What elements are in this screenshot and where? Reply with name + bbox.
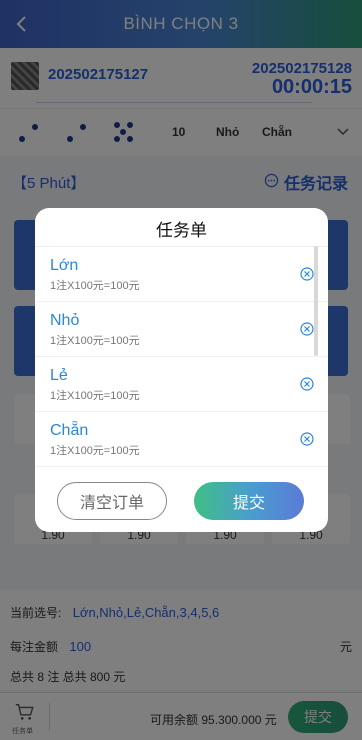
clear-order-button[interactable]: 清空订单 — [57, 482, 167, 520]
order-item: Lớn 1注X100元=100元 — [35, 247, 328, 302]
remove-circle-icon[interactable] — [300, 432, 314, 446]
order-item: Nhỏ 1注X100元=100元 — [35, 302, 328, 357]
order-item-name: Nhỏ — [50, 312, 80, 329]
order-item-detail: 1注X100元=100元 — [50, 390, 140, 402]
order-list: Lớn 1注X100元=100元 Nhỏ 1注X100元=100元 Lẻ 1注X… — [35, 246, 328, 474]
modal-title: 任务单 — [156, 221, 207, 240]
order-item-name: Lẻ — [50, 367, 68, 384]
remove-circle-icon[interactable] — [300, 267, 314, 281]
modal-submit-button[interactable]: 提交 — [194, 482, 304, 520]
order-item-name: Chẵn — [50, 422, 89, 439]
task-order-modal: 任务单 Lớn 1注X100元=100元 Nhỏ 1注X100元=100元 Lẻ… — [35, 208, 328, 532]
order-item-name: Lớn — [50, 257, 79, 274]
order-item: Chẵn 1注X100元=100元 — [35, 412, 328, 467]
order-item-detail: 1注X100元=100元 — [50, 445, 140, 457]
order-item: Lẻ 1注X100元=100元 — [35, 357, 328, 412]
order-item-detail: 1注X100元=100元 — [50, 335, 140, 347]
order-item-detail: 1注X100元=100元 — [50, 280, 140, 292]
remove-circle-icon[interactable] — [300, 322, 314, 336]
remove-circle-icon[interactable] — [300, 377, 314, 391]
scrollbar[interactable] — [314, 246, 318, 356]
